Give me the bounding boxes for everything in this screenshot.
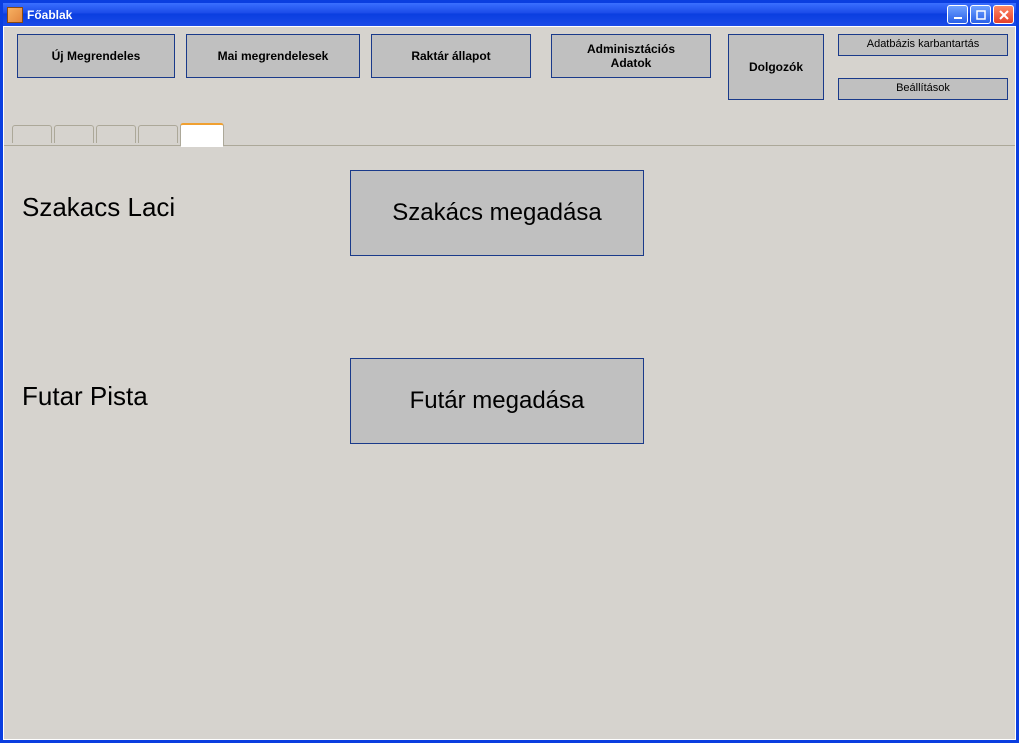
new-order-button[interactable]: Új Megrendeles [17,34,175,78]
maximize-icon [976,10,986,20]
window-title: Főablak [27,8,947,22]
tab-4[interactable] [138,125,178,143]
tab-1[interactable] [12,125,52,143]
tab-2[interactable] [54,125,94,143]
employees-button[interactable]: Dolgozók [728,34,824,100]
window-controls [947,5,1014,24]
tabstrip [4,125,1015,145]
titlebar: Főablak [3,3,1016,26]
stock-status-button[interactable]: Raktár állapot [371,34,531,78]
db-maintenance-button[interactable]: Adatbázis karbantartás [838,34,1008,56]
settings-button[interactable]: Beállítások [838,78,1008,100]
set-courier-button[interactable]: Futár megadása [350,358,644,444]
courier-name-label: Futar Pista [22,381,148,412]
maximize-button[interactable] [970,5,991,24]
set-cook-button[interactable]: Szakács megadása [350,170,644,256]
minimize-icon [953,10,963,20]
minimize-button[interactable] [947,5,968,24]
app-icon [7,7,23,23]
main-window: Főablak Új Megrendeles Mai megrendelesek… [0,0,1019,743]
tab-3[interactable] [96,125,136,143]
tab-5-active[interactable] [180,123,224,145]
cook-name-label: Szakacs Laci [22,192,175,223]
admin-data-button[interactable]: Adminisztációs Adatok [551,34,711,78]
todays-orders-button[interactable]: Mai megrendelesek [186,34,360,78]
toolbar: Új Megrendeles Mai megrendelesek Raktár … [12,31,1007,101]
close-icon [999,10,1009,20]
close-button[interactable] [993,5,1014,24]
client-area: Új Megrendeles Mai megrendelesek Raktár … [3,26,1016,740]
tab-page: Szakacs Laci Szakács megadása Futar Pist… [4,145,1015,739]
